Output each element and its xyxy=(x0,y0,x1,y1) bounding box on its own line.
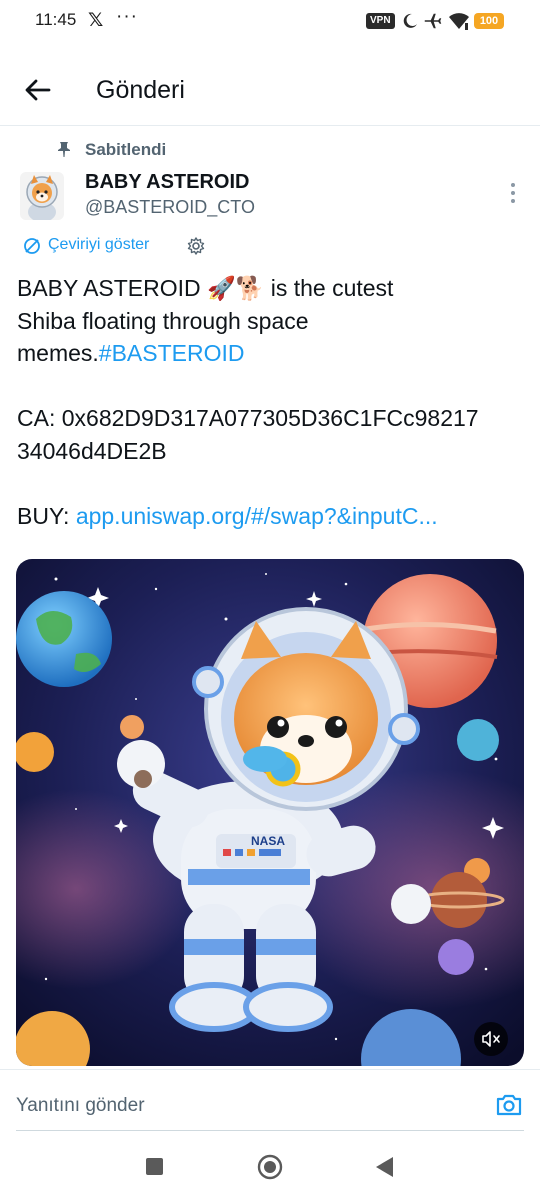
pin-icon xyxy=(58,142,70,157)
contract-address-line: CA: 0x682D9D317A077305D36C1FCc98217 xyxy=(17,405,479,431)
contract-address-line: 34046d4DE2B xyxy=(17,437,167,464)
arrow-left-icon[interactable] xyxy=(22,74,54,106)
volume-mute-icon xyxy=(482,1031,500,1047)
translate-icon xyxy=(24,238,40,254)
author-name[interactable]: BABY ASTEROID xyxy=(85,171,249,194)
swap-link[interactable]: app.uniswap.org/#/swap?&inputC... xyxy=(76,503,438,529)
avatar[interactable] xyxy=(20,172,64,220)
vpn-badge: VPN xyxy=(366,13,395,29)
more-vertical-icon[interactable] xyxy=(503,180,523,206)
show-translation-link[interactable]: Çeviriyi göster xyxy=(48,236,149,254)
do-not-disturb-moon-icon xyxy=(403,13,417,28)
volume-mute-button[interactable] xyxy=(474,1022,508,1056)
reply-input[interactable] xyxy=(16,1092,456,1120)
top-app-bar: Gönderi xyxy=(0,60,540,124)
x-logo-icon: 𝕏 xyxy=(88,10,104,31)
recent-apps-icon[interactable] xyxy=(146,1158,163,1175)
airplane-mode-icon xyxy=(424,13,442,29)
pinned-label: Sabitlendi xyxy=(85,140,167,159)
rocket-dog-emoji: 🚀🐕 xyxy=(207,275,265,301)
status-bar: 11:45 𝕏 ··· VPN 100 xyxy=(0,0,540,44)
camera-icon[interactable] xyxy=(494,1090,524,1120)
post-text-line: BUY: app.uniswap.org/#/swap?&inputC... xyxy=(17,500,527,533)
home-circle-icon[interactable] xyxy=(257,1154,283,1180)
post-text: BABY ASTEROID 🚀🐕 is the cutest Shiba flo… xyxy=(17,272,527,532)
post-text-segment: BUY: xyxy=(17,502,76,529)
post-text-line: Shiba floating through space xyxy=(17,307,309,334)
battery-indicator: 100 xyxy=(474,13,504,29)
wifi-icon xyxy=(449,13,469,30)
hashtag-link[interactable]: #BASTEROID xyxy=(99,340,245,366)
status-time: 11:45 xyxy=(35,10,77,29)
post-media-image[interactable]: NASA xyxy=(16,559,524,1066)
post-text-line: memes.#BASTEROID xyxy=(17,337,527,370)
reply-divider xyxy=(0,1069,540,1070)
reply-underline xyxy=(16,1130,524,1131)
post-text-segment: is the cutest xyxy=(264,275,394,301)
post-text-segment: memes. xyxy=(17,340,99,366)
nasa-badge-text: NASA xyxy=(251,834,285,848)
post-text-line: BABY ASTEROID 🚀🐕 is the cutest xyxy=(17,272,527,305)
post-text-segment: BABY ASTEROID xyxy=(17,275,208,301)
page-title: Gönderi xyxy=(96,76,185,104)
notification-more-icon: ··· xyxy=(116,6,138,27)
header-divider xyxy=(0,125,540,126)
nav-back-triangle-icon[interactable] xyxy=(374,1155,396,1179)
author-handle[interactable]: @BASTEROID_CTO xyxy=(85,197,255,218)
gear-icon[interactable] xyxy=(186,236,206,256)
